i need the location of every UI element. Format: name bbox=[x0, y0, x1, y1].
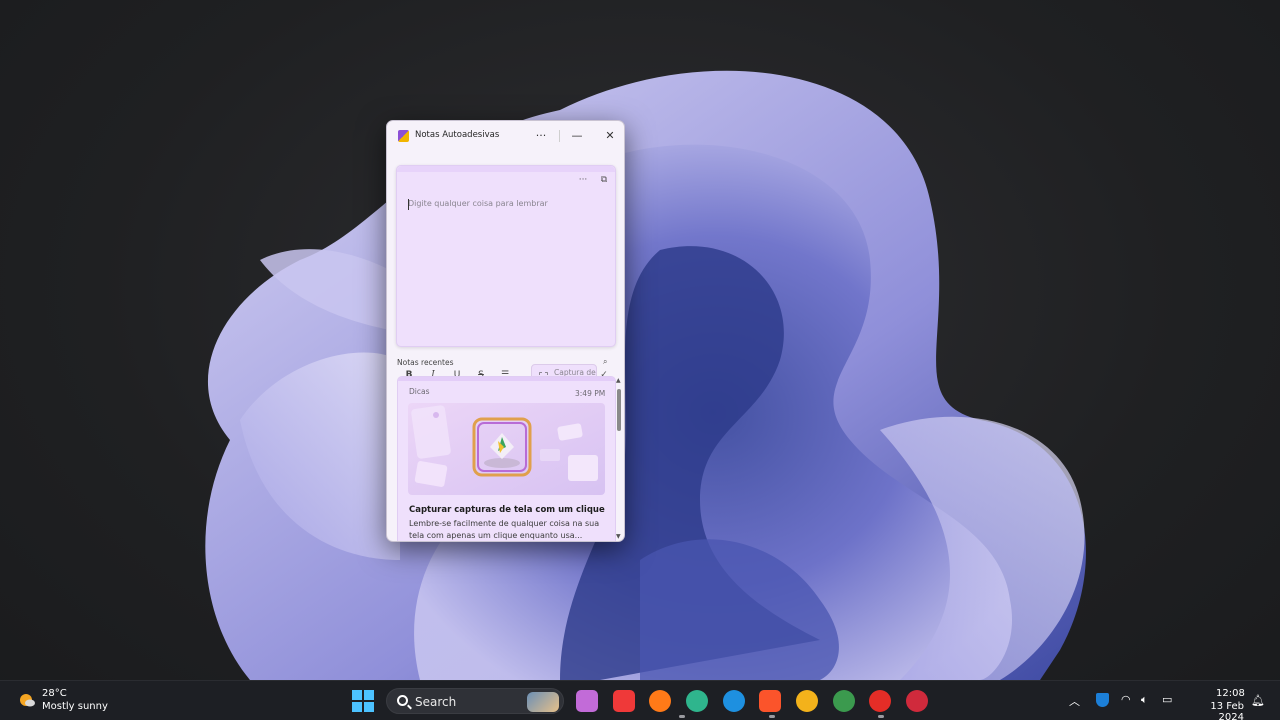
clock-date[interactable]: 13 Feb 2024 bbox=[1186, 701, 1244, 720]
search-highlight-image bbox=[527, 692, 559, 712]
defender-shield-icon[interactable] bbox=[1096, 693, 1109, 707]
edge-dev-app-icon[interactable] bbox=[686, 690, 708, 712]
scroll-thumb[interactable] bbox=[617, 389, 621, 431]
note-editor-top-strip bbox=[397, 166, 615, 172]
sunny-weather-icon[interactable] bbox=[18, 691, 36, 709]
running-app-indicator bbox=[679, 715, 685, 718]
volume-icon[interactable]: 🔈︎ bbox=[1141, 693, 1148, 707]
scroll-down-icon[interactable]: ▼ bbox=[616, 533, 621, 540]
text-caret bbox=[408, 199, 409, 210]
note-card-illustration bbox=[408, 403, 605, 495]
weather-temperature[interactable]: 28°C bbox=[42, 688, 67, 699]
more-options-icon[interactable]: ··· bbox=[531, 127, 551, 145]
notification-bell-icon[interactable]: 🔔︎ bbox=[1251, 694, 1265, 707]
search-notes-icon[interactable]: ⌕ bbox=[603, 357, 607, 367]
edge-app-icon[interactable] bbox=[723, 690, 745, 712]
close-button[interactable]: ✕ bbox=[600, 127, 620, 145]
show-hidden-icons-chevron-icon[interactable]: ︿ bbox=[1069, 693, 1080, 709]
note-card-body: Lembre-se facilmente de qualquer coisa n… bbox=[409, 519, 600, 540]
window-title: Notas Autoadesivas bbox=[415, 130, 500, 140]
note-card-tag: Dicas bbox=[409, 387, 430, 396]
clock-time[interactable]: 12:08 bbox=[1216, 688, 1245, 699]
sticky-notes-app-icon bbox=[398, 130, 409, 142]
start-button[interactable] bbox=[352, 690, 374, 712]
running-app-indicator bbox=[878, 715, 884, 718]
titlebar-divider bbox=[559, 130, 560, 142]
title-bar[interactable]: Notas Autoadesivas ··· — ✕ bbox=[387, 121, 624, 151]
brave-app-icon[interactable] bbox=[759, 690, 781, 712]
open-note-icon[interactable]: ⧉ bbox=[596, 173, 612, 187]
search-label: Search bbox=[415, 695, 457, 709]
vivaldi-app-icon[interactable] bbox=[613, 690, 635, 712]
running-app-indicator bbox=[769, 715, 775, 718]
youtube-music-app-icon[interactable] bbox=[869, 690, 891, 712]
search-icon bbox=[397, 695, 408, 706]
notes-scrollbar[interactable]: ▲ ▼ bbox=[616, 377, 622, 541]
taskbar: 28°C Mostly sunny Search ︿ ◠ 🔈︎ ▭ 12:08 … bbox=[0, 680, 1280, 720]
note-more-icon[interactable]: ··· bbox=[575, 173, 591, 187]
recent-notes-label: Notas recentes bbox=[397, 358, 454, 367]
desktop-wallpaper bbox=[205, 70, 1086, 680]
note-card-title: Capturar capturas de tela com um clique bbox=[409, 505, 605, 515]
sticky-notes-window: Notas Autoadesivas ··· — ✕ ··· ⧉ B I U S… bbox=[386, 120, 625, 542]
battery-icon[interactable]: ▭ bbox=[1162, 693, 1172, 706]
recorder-app-icon[interactable] bbox=[906, 690, 928, 712]
note-card-time: 3:49 PM bbox=[575, 389, 606, 398]
note-editor: ··· ⧉ B I U S ☰ Captura de tela ✓ bbox=[396, 165, 616, 388]
chrome-canary-app-icon[interactable] bbox=[796, 690, 818, 712]
scroll-up-icon[interactable]: ▲ bbox=[616, 377, 621, 384]
weather-description[interactable]: Mostly sunny bbox=[42, 701, 108, 712]
note-card[interactable]: Dicas 3:49 PM Capturar capturas de tela … bbox=[397, 376, 616, 541]
firefox-app-icon[interactable] bbox=[649, 690, 671, 712]
minimize-button[interactable]: — bbox=[567, 127, 587, 145]
wifi-icon[interactable]: ◠ bbox=[1121, 693, 1131, 706]
note-card-top-strip bbox=[398, 377, 615, 381]
copilot-app-icon[interactable] bbox=[576, 690, 598, 712]
note-text-input[interactable] bbox=[408, 199, 608, 289]
chrome-app-icon[interactable] bbox=[833, 690, 855, 712]
taskbar-search-box[interactable]: Search bbox=[386, 688, 564, 714]
